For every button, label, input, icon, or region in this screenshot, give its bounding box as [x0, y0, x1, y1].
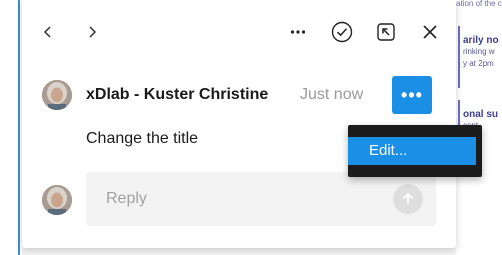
reply-placeholder: Reply	[106, 190, 147, 207]
background-card-title: arily no	[463, 35, 499, 46]
chevron-right-icon	[89, 26, 97, 38]
close-button[interactable]	[416, 18, 444, 46]
arrow-up-icon	[402, 192, 414, 204]
resolve-thread-button[interactable]	[328, 18, 356, 46]
comment-timestamp: Just now	[300, 86, 364, 103]
previous-comment-button[interactable]	[34, 18, 62, 46]
background-card: arily no rinking w y at 2pm	[458, 26, 502, 88]
comment-panel: xDlab - Kuster Christine Just now ••• Ch…	[22, 0, 456, 248]
background-document-left	[0, 0, 22, 255]
pop-out-button[interactable]	[372, 18, 400, 46]
menu-item-edit[interactable]: Edit...	[348, 137, 476, 165]
more-horizontal-icon: •••	[401, 84, 423, 105]
next-comment-button[interactable]	[78, 18, 106, 46]
avatar	[42, 185, 72, 215]
comment-toolbar	[22, 10, 456, 54]
background-card-line: rinking w	[463, 47, 495, 56]
app-window: ation of the cou arily no rinking w y at…	[0, 0, 502, 255]
comment-text: Change the title	[86, 130, 199, 147]
chevron-left-icon	[43, 26, 51, 38]
background-card-title: onal su	[463, 109, 499, 120]
background-text-fragment: ation of the cou	[456, 0, 502, 8]
comment-author: xDlab - Kuster Christine	[86, 86, 269, 103]
send-reply-button[interactable]	[393, 184, 423, 214]
background-accent-line	[18, 0, 20, 255]
thread-more-button[interactable]	[284, 18, 312, 46]
more-horizontal-icon	[290, 30, 306, 34]
check-circle-icon	[331, 21, 353, 43]
reply-input[interactable]: Reply	[86, 172, 436, 226]
comment-options-menu: Edit...	[348, 125, 482, 177]
comment-options-button[interactable]: •••	[392, 76, 432, 114]
close-icon	[423, 25, 437, 39]
pop-out-icon	[377, 23, 395, 41]
avatar	[42, 80, 72, 110]
background-card-line: y at 2pm	[463, 59, 494, 68]
